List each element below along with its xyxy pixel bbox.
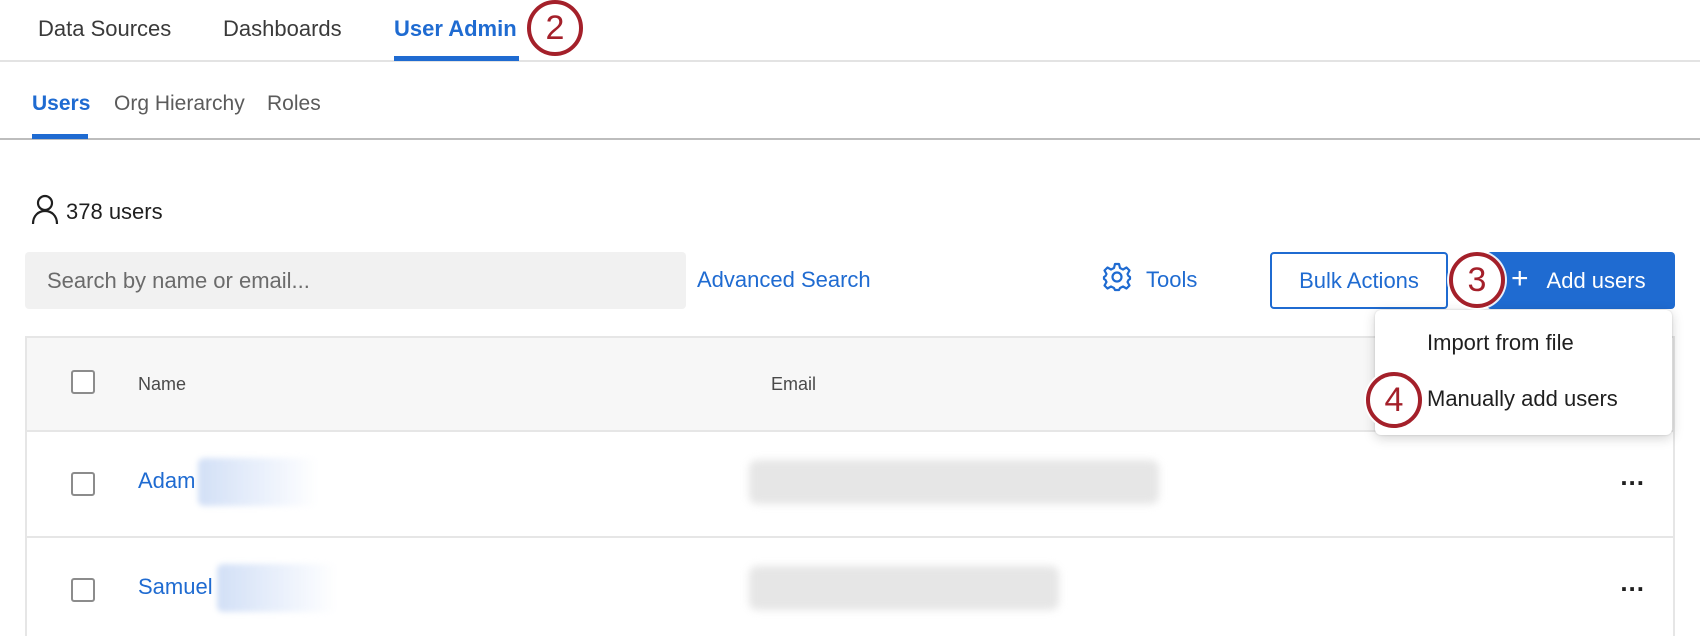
active-subtab-indicator xyxy=(32,134,88,139)
annotation-step-3: 3 xyxy=(1449,252,1505,308)
menu-item-manually-add-users[interactable]: Manually add users xyxy=(1427,386,1618,412)
bulk-actions-button[interactable]: Bulk Actions xyxy=(1270,252,1448,309)
add-users-dropdown: Import from file Manually add users xyxy=(1375,310,1672,435)
advanced-search-link[interactable]: Advanced Search xyxy=(697,264,871,296)
user-count-text: 378 users xyxy=(66,199,163,224)
tab-user-admin[interactable]: User Admin xyxy=(394,14,517,44)
subtab-roles[interactable]: Roles xyxy=(267,90,321,118)
more-horizontal-icon[interactable]: ... xyxy=(1620,569,1645,595)
more-horizontal-icon[interactable]: ... xyxy=(1620,463,1645,489)
redacted-name xyxy=(198,458,318,506)
tools-label: Tools xyxy=(1146,267,1198,292)
search-input[interactable] xyxy=(25,252,686,309)
table-row: Adam ... xyxy=(27,432,1673,538)
row-checkbox[interactable] xyxy=(71,472,95,496)
redacted-email xyxy=(749,460,1159,504)
annotation-step-2: 2 xyxy=(527,0,583,56)
column-header-email[interactable]: Email xyxy=(771,374,816,395)
page: Data Sources Dashboards User Admin 2 Use… xyxy=(0,0,1700,636)
add-users-button[interactable]: + Add users xyxy=(1487,252,1675,309)
user-name-link[interactable]: Samuel xyxy=(138,574,213,600)
row-checkbox[interactable] xyxy=(71,578,95,602)
add-users-label: Add users xyxy=(1546,267,1646,293)
gear-icon xyxy=(1102,262,1132,298)
tools-button[interactable]: Tools xyxy=(1102,262,1197,298)
top-nav: Data Sources Dashboards User Admin xyxy=(0,0,1700,62)
table-row: Samuel ... xyxy=(27,538,1673,636)
annotation-step-4: 4 xyxy=(1366,372,1422,428)
redacted-email xyxy=(749,566,1059,610)
active-tab-indicator xyxy=(394,56,519,61)
sub-nav: Users Org Hierarchy Roles xyxy=(0,62,1700,140)
tab-dashboards[interactable]: Dashboards xyxy=(223,14,342,44)
column-header-name[interactable]: Name xyxy=(138,374,186,395)
menu-item-import-from-file[interactable]: Import from file xyxy=(1427,330,1574,356)
plus-icon: + xyxy=(1511,262,1529,295)
select-all-checkbox[interactable] xyxy=(71,370,95,394)
redacted-name xyxy=(217,564,337,612)
subtab-users[interactable]: Users xyxy=(32,90,90,118)
user-name-link[interactable]: Adam xyxy=(138,468,195,494)
user-icon xyxy=(30,193,60,231)
tab-data-sources[interactable]: Data Sources xyxy=(38,14,171,44)
subtab-org-hierarchy[interactable]: Org Hierarchy xyxy=(114,90,245,118)
user-count: 378 users xyxy=(30,193,163,231)
